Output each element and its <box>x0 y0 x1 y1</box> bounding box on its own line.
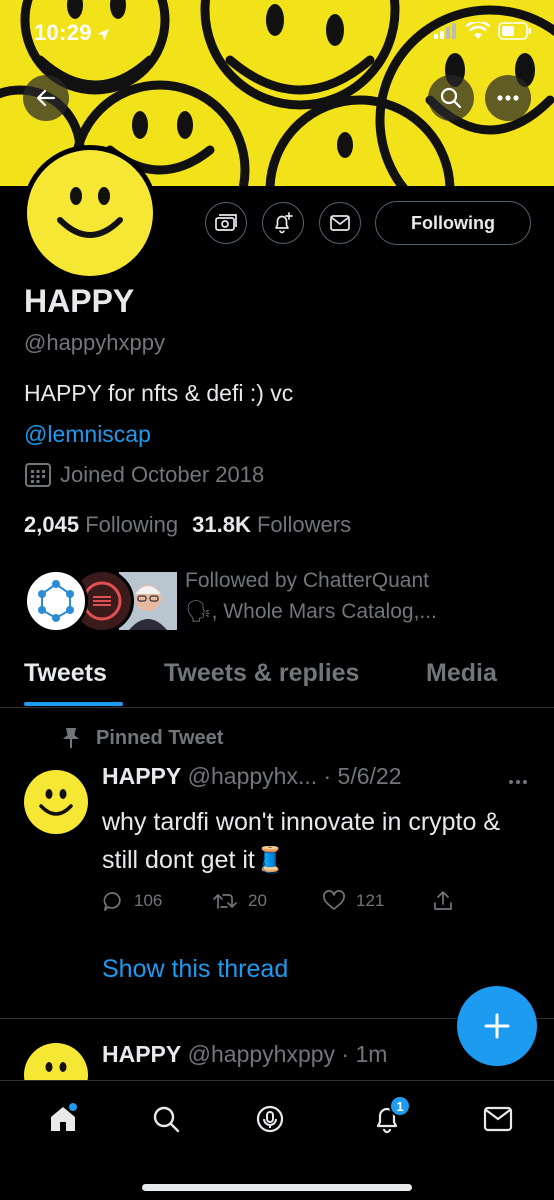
nav-home[interactable] <box>43 1099 83 1139</box>
reply-count: 106 <box>134 891 163 910</box>
following-button[interactable]: Following <box>375 201 531 245</box>
money-icon <box>215 214 237 231</box>
status-icons <box>434 22 532 40</box>
notify-button[interactable] <box>262 202 304 244</box>
spaces-microphone-icon <box>256 1105 284 1133</box>
tweet-text[interactable]: why tardfi won't innovate in crypto & st… <box>102 803 522 879</box>
home-unread-dot <box>69 1103 77 1111</box>
envelope-icon <box>330 215 350 231</box>
nav-spaces[interactable] <box>250 1099 290 1139</box>
profile-handle: @happyhxppy <box>24 330 165 355</box>
nav-search[interactable] <box>146 1099 186 1139</box>
profile-avatar[interactable] <box>22 145 158 281</box>
tab-tweets-and-replies[interactable]: Tweets & replies <box>164 659 359 688</box>
back-button[interactable] <box>23 75 69 121</box>
retweet-count: 20 <box>248 891 267 910</box>
calendar-icon <box>25 463 51 487</box>
location-arrow-icon <box>97 29 109 41</box>
bio-mention-link[interactable]: @lemniscap <box>24 421 151 448</box>
nav-notifications[interactable]: 1 <box>367 1095 411 1139</box>
followers-label: Followers <box>256 512 352 537</box>
following-label: Following <box>85 512 179 537</box>
plus-icon <box>484 1013 510 1039</box>
status-bar: 10:29 <box>0 0 554 70</box>
joined-text: Joined October 2018 <box>60 462 265 487</box>
profile-name: HAPPY <box>24 283 135 319</box>
tweet-more-button[interactable] <box>508 768 528 791</box>
tab-tweets[interactable]: Tweets <box>24 659 107 688</box>
network-logo-icon <box>38 580 74 622</box>
pinned-text: Pinned Tweet <box>96 726 224 749</box>
tweet-author-name[interactable]: HAPPY <box>102 1041 181 1067</box>
wifi-icon <box>466 22 490 39</box>
active-tab-indicator <box>24 702 123 706</box>
search-profile-button[interactable] <box>428 75 474 121</box>
like-count: 121 <box>356 891 385 910</box>
following-stat[interactable]: 2,045 Following <box>24 512 178 538</box>
pinned-label: Pinned Tweet <box>60 726 223 750</box>
message-button[interactable] <box>319 202 361 244</box>
nav-messages[interactable] <box>478 1099 518 1139</box>
notification-badge: 1 <box>389 1095 411 1117</box>
cellular-signal-icon <box>434 23 456 39</box>
retweet-icon <box>213 894 237 909</box>
share-button[interactable] <box>432 890 454 912</box>
tweet-author-avatar[interactable] <box>24 770 88 834</box>
bell-plus-icon <box>275 212 293 234</box>
like-button[interactable]: 121 <box>322 890 384 912</box>
reply-icon <box>103 892 121 911</box>
smiley-face-icon <box>57 187 123 238</box>
tweet-header: HAPPY @happyhx... · 5/6/22 <box>102 763 402 790</box>
tweet-handle-time: @happyhxppy · 1m <box>187 1041 388 1067</box>
compose-tweet-button[interactable] <box>457 986 537 1066</box>
followed-by-text[interactable]: Followed by ChatterQuant 🗣, Whole Mars C… <box>185 565 525 627</box>
battery-icon <box>498 22 531 40</box>
tip-jar-button[interactable] <box>205 202 247 244</box>
bottom-navigation: 1 <box>0 1080 554 1200</box>
follow-stats: 2,045 Following 31.8K Followers <box>24 512 351 538</box>
followed-by-line-2: 🗣, Whole Mars Catalog,... <box>185 600 437 623</box>
home-indicator[interactable] <box>142 1184 412 1191</box>
share-icon <box>434 891 452 910</box>
following-count: 2,045 <box>24 512 80 537</box>
followers-count: 31.8K <box>192 512 251 537</box>
tweet-handle-date: @happyhx... · 5/6/22 <box>187 763 402 789</box>
mutual-followers-avatars[interactable] <box>24 569 180 635</box>
tweet-actions: 106 20 121 <box>102 890 462 920</box>
status-time: 10:29 <box>34 20 92 45</box>
search-icon <box>440 87 462 109</box>
pin-icon <box>63 728 79 748</box>
back-arrow-icon <box>36 89 56 107</box>
mutual-follower-avatar <box>24 569 88 633</box>
envelope-icon <box>483 1106 513 1132</box>
show-thread-link[interactable]: Show this thread <box>102 955 288 984</box>
more-options-button[interactable] <box>485 75 531 121</box>
followers-stat[interactable]: 31.8K Followers <box>192 512 351 538</box>
reply-button[interactable]: 106 <box>102 890 162 912</box>
tab-media[interactable]: Media <box>426 659 497 688</box>
retweet-button[interactable]: 20 <box>212 890 267 912</box>
heart-icon <box>323 890 345 910</box>
tweet-header: HAPPY @happyhxppy · 1m <box>102 1041 387 1068</box>
more-dots-icon <box>509 780 527 784</box>
more-dots-icon <box>497 95 519 101</box>
search-icon <box>153 1106 180 1133</box>
smiley-face-icon <box>39 789 73 816</box>
profile-tabs: Tweets Tweets & replies Media <box>0 654 554 708</box>
profile-bio: HAPPY for nfts & defi :) vc <box>24 380 294 406</box>
followed-by-line-1: Followed by ChatterQuant <box>185 569 429 592</box>
joined-date: Joined October 2018 <box>24 462 264 488</box>
tweet-author-name[interactable]: HAPPY <box>102 763 181 789</box>
